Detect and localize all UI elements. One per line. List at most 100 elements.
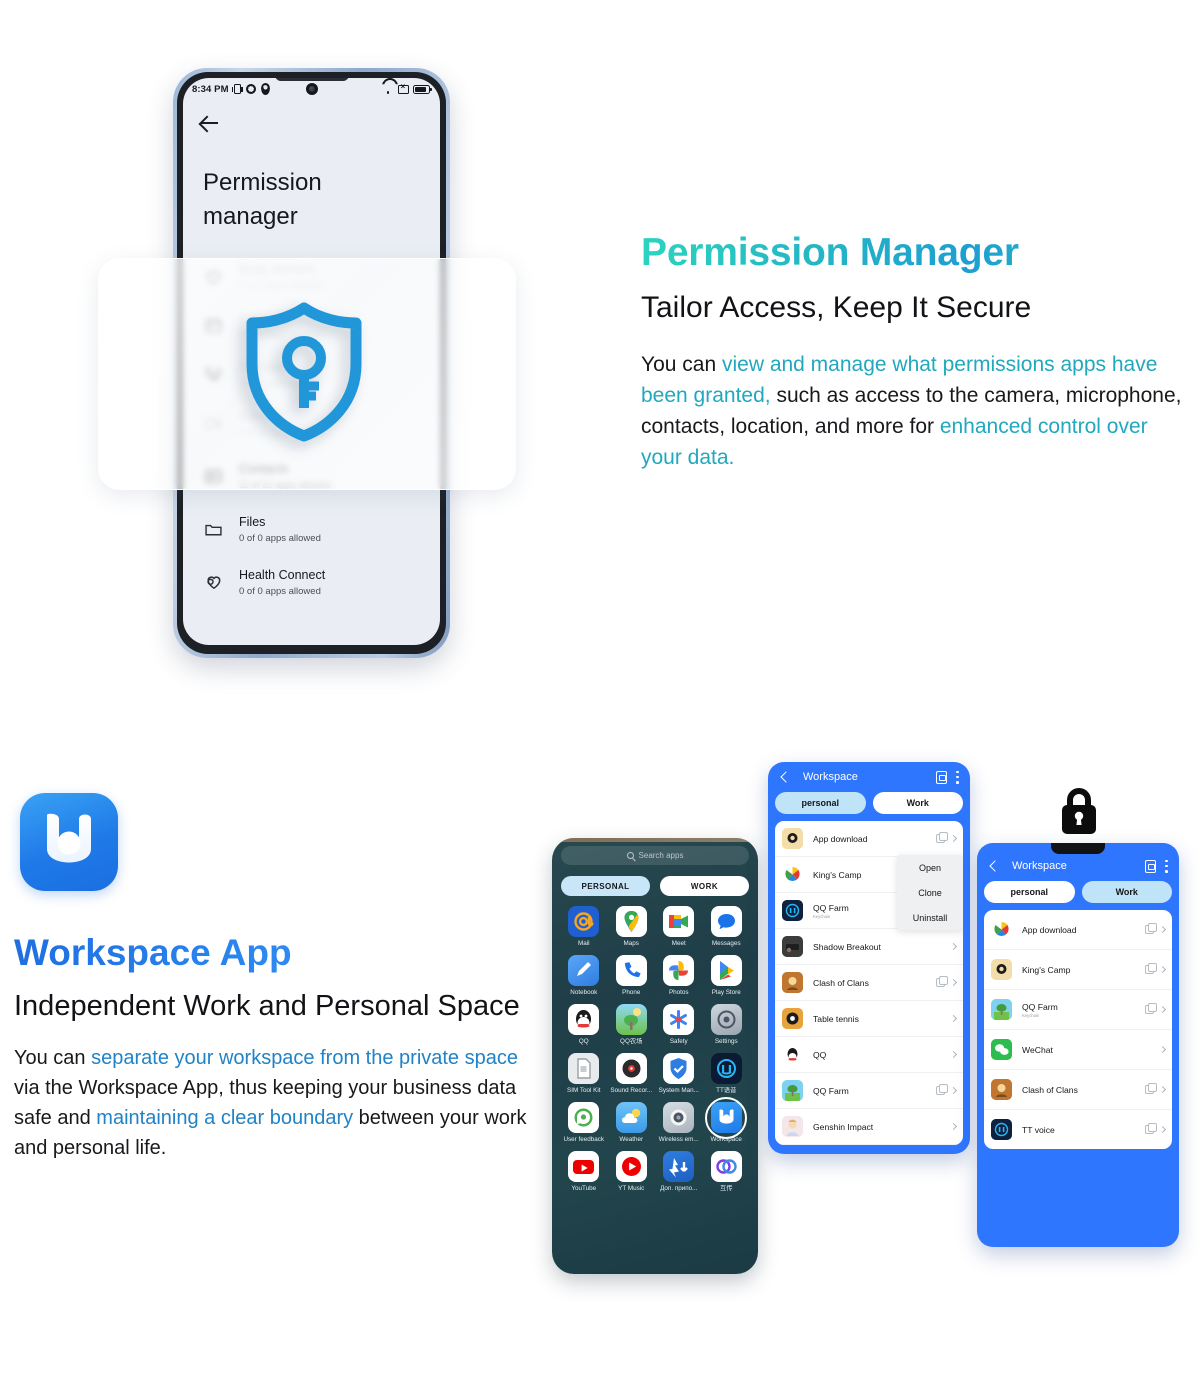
battery-icon: [413, 84, 432, 94]
permission-row-files[interactable]: Files 0 of 0 apps allowed: [183, 501, 440, 554]
clone-icon[interactable]: [1145, 963, 1157, 974]
clone-icon[interactable]: [936, 832, 948, 843]
list-item-text: QQ Farm Keychain: [1012, 1002, 1058, 1018]
tab-personal[interactable]: personal: [775, 792, 866, 814]
chevron-right-icon: [1158, 1005, 1167, 1014]
search-input[interactable]: Search apps: [561, 846, 749, 865]
list-item[interactable]: Clash of Clans: [775, 965, 963, 1001]
app-label: Messages: [711, 940, 741, 947]
list-item[interactable]: King's Camp: [984, 950, 1172, 990]
app-safety[interactable]: Safety: [656, 1004, 702, 1046]
overflow-menu-icon[interactable]: [956, 770, 959, 784]
list-item-text: Shadow Breakout: [803, 942, 881, 952]
app-dop-prilo[interactable]: Доп. припо...: [656, 1151, 702, 1193]
mail-icon: [568, 906, 600, 937]
app-maps[interactable]: Maps: [609, 906, 655, 948]
list-item[interactable]: TT voice: [984, 1110, 1172, 1149]
app-qq-farm[interactable]: QQ农场: [609, 1004, 655, 1046]
row-actions: [949, 1050, 958, 1059]
permission-row-health-connect[interactable]: Health Connect 0 of 0 apps allowed: [183, 554, 440, 607]
tab-work[interactable]: Work: [1081, 881, 1172, 903]
app-name: King's Camp: [1022, 964, 1071, 975]
list-item[interactable]: Table tennis: [775, 1001, 963, 1037]
app-tt-voice[interactable]: TT语音: [704, 1053, 750, 1095]
app-sound-recorder[interactable]: Sound Recor...: [609, 1053, 655, 1095]
list-item[interactable]: QQ Farm Keychain: [984, 990, 1172, 1030]
back-chevron-icon[interactable]: [779, 771, 791, 783]
row-actions: [1145, 963, 1167, 974]
workspace-app-icon: [20, 793, 118, 891]
list-item[interactable]: App download: [984, 910, 1172, 950]
tab-work[interactable]: WORK: [660, 876, 749, 896]
app-mail[interactable]: Mail: [561, 906, 607, 948]
workspace-app-copy: Workspace App Independent Work and Perso…: [14, 928, 534, 1163]
gear-icon: [245, 84, 256, 94]
app-wireless-em[interactable]: Wireless em...: [656, 1102, 702, 1144]
launcher-phone-mockup: Search apps PERSONAL WORK Mail Maps Meet…: [552, 838, 758, 1274]
list-item-text: QQ Farm Keychain: [803, 903, 849, 919]
document-scan-icon[interactable]: [936, 770, 947, 784]
notebook-icon: [568, 955, 600, 986]
permission-sub: 0 of 0 apps allowed: [239, 533, 321, 544]
app-sim-tool-kit[interactable]: SIM Tool Kit: [561, 1053, 607, 1095]
app-qq[interactable]: QQ: [561, 1004, 607, 1046]
tab-personal[interactable]: personal: [984, 881, 1075, 903]
list-item[interactable]: Shadow Breakout: [775, 929, 963, 965]
app-phone[interactable]: Phone: [609, 955, 655, 997]
app-hu-chuan[interactable]: 互传: [704, 1151, 750, 1193]
padlock-icon: [1057, 783, 1101, 837]
clone-icon[interactable]: [936, 976, 948, 987]
search-icon: [626, 852, 634, 859]
app-settings[interactable]: Settings: [704, 1004, 750, 1046]
clone-icon[interactable]: [936, 1084, 948, 1095]
promo-page: 8:34 PM Permission manag: [0, 0, 1200, 1391]
app-user-feedback[interactable]: User feedback: [561, 1102, 607, 1144]
list-item[interactable]: QQ: [775, 1037, 963, 1073]
app-name: Clash of Clans: [1022, 1084, 1078, 1095]
back-chevron-icon[interactable]: [988, 860, 1000, 872]
context-menu-uninstall[interactable]: Uninstall: [897, 905, 963, 930]
table-tennis-icon: [782, 1008, 803, 1029]
app-notebook[interactable]: Notebook: [561, 955, 607, 997]
app-meet[interactable]: Meet: [656, 906, 702, 948]
back-arrow-icon[interactable]: [199, 112, 221, 134]
app-name: QQ Farm: [813, 1085, 849, 1096]
qq-farm-icon: [615, 1004, 647, 1035]
overflow-menu-icon[interactable]: [1165, 859, 1168, 873]
clone-icon[interactable]: [1145, 923, 1157, 934]
section-subheading: Tailor Access, Keep It Secure: [641, 291, 1032, 324]
context-menu-clone[interactable]: Clone: [897, 880, 963, 905]
section-subheading: Independent Work and Personal Space: [14, 990, 520, 1022]
wireless-em-icon: [663, 1102, 695, 1133]
app-workspace[interactable]: Workspace: [704, 1097, 750, 1144]
app-label: YouTube: [571, 1185, 597, 1192]
app-photos[interactable]: Photos: [656, 955, 702, 997]
app-system-manager[interactable]: System Man...: [656, 1053, 702, 1095]
app-messages[interactable]: Messages: [704, 906, 750, 948]
list-item[interactable]: Clash of Clans: [984, 1070, 1172, 1110]
list-item[interactable]: QQ Farm: [775, 1073, 963, 1109]
app-youtube[interactable]: YouTube: [561, 1151, 607, 1193]
clone-icon[interactable]: [1145, 1123, 1157, 1134]
list-item[interactable]: WeChat: [984, 1030, 1172, 1070]
context-menu-open[interactable]: Open: [897, 855, 963, 880]
document-scan-icon[interactable]: [1145, 859, 1156, 873]
app-weather[interactable]: Weather: [609, 1102, 655, 1144]
app-label: 互传: [719, 1185, 733, 1192]
app-name: Genshin Impact: [813, 1121, 874, 1132]
list-item[interactable]: Genshin Impact: [775, 1109, 963, 1145]
clone-icon[interactable]: [1145, 1083, 1157, 1094]
status-bar: 8:34 PM: [183, 78, 440, 100]
app-yt-music[interactable]: YT Music: [609, 1151, 655, 1193]
row-actions: [949, 1014, 958, 1023]
app-name: QQ: [813, 1049, 827, 1060]
list-item[interactable]: App download: [775, 821, 963, 857]
header-actions: [1145, 859, 1168, 873]
app-list: App download King's Camp QQ Farm Keychain…: [984, 910, 1172, 1149]
tab-personal[interactable]: PERSONAL: [561, 876, 650, 896]
chevron-right-icon: [949, 1122, 958, 1131]
app-play-store[interactable]: Play Store: [704, 955, 750, 997]
app-label: Meet: [671, 940, 686, 947]
tab-work[interactable]: Work: [872, 792, 963, 814]
clone-icon[interactable]: [1145, 1003, 1157, 1014]
